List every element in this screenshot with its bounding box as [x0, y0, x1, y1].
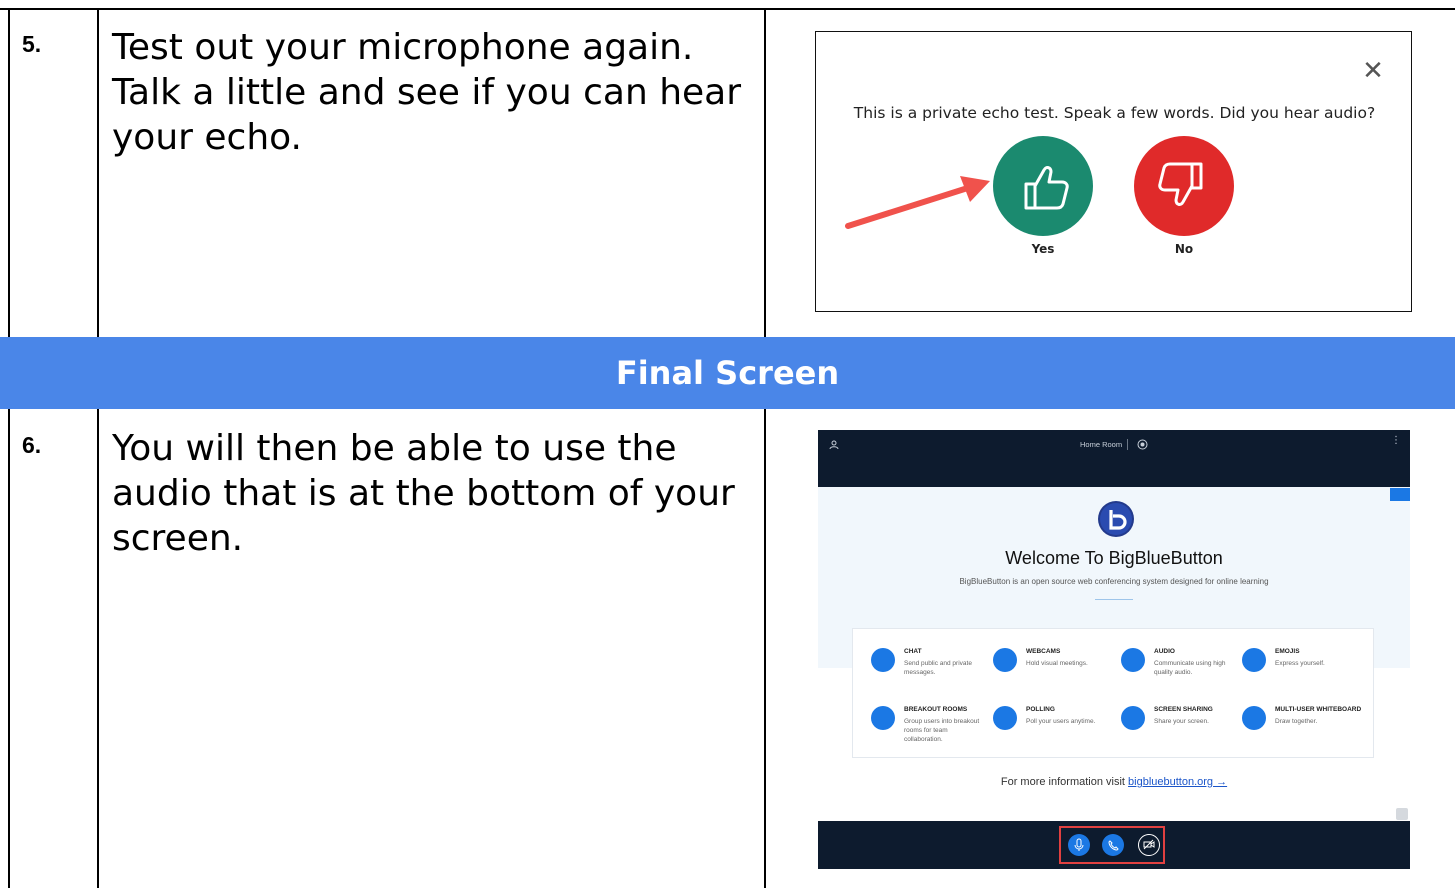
- instruction-line: your echo.: [112, 117, 302, 158]
- features-card: CHAT Send public and private messages. W…: [852, 628, 1374, 758]
- highlight-box: [1059, 826, 1165, 864]
- instruction-line: audio that is at the bottom of your: [112, 473, 735, 514]
- instruction-line: screen.: [112, 518, 244, 559]
- feature-title: POLLING: [1026, 706, 1055, 713]
- top-bar: Home Room ⋮: [818, 430, 1410, 487]
- welcome-divider: [1095, 599, 1133, 600]
- feature-desc: Communicate using high quality audio.: [1154, 660, 1226, 676]
- column-divider-2: [764, 8, 766, 337]
- polling-icon: [993, 706, 1017, 730]
- column-divider-1: [97, 8, 99, 337]
- feature-desc: Share your screen.: [1154, 718, 1209, 725]
- feature-title: AUDIO: [1154, 648, 1175, 655]
- emoji-icon: [1242, 648, 1266, 672]
- feature-desc: Poll your users anytime.: [1026, 718, 1096, 725]
- column-divider-1-lower: [97, 409, 99, 888]
- fullscreen-icon[interactable]: [1396, 808, 1408, 820]
- recording-icon[interactable]: [1137, 439, 1148, 450]
- section-title: Final Screen: [615, 354, 840, 392]
- feature-title: SCREEN SHARING: [1154, 706, 1213, 713]
- feature-title: MULTI-USER WHITEBOARD: [1275, 706, 1362, 713]
- thumbs-up-icon: [1024, 166, 1069, 210]
- table-border-left: [8, 8, 10, 888]
- welcome-subtitle: BigBlueButton is an open source web conf…: [959, 577, 1269, 586]
- feature-desc: Hold visual meetings.: [1026, 660, 1088, 667]
- more-info-text: For more information visit: [1000, 776, 1125, 788]
- welcome-title: Welcome To BigBlueButton: [1005, 548, 1223, 568]
- thumbs-down-icon: [1158, 162, 1203, 206]
- minimize-button[interactable]: [1390, 488, 1410, 501]
- feature-desc: Express yourself.: [1275, 660, 1325, 667]
- feature-title: CHAT: [904, 648, 922, 655]
- close-icon[interactable]: ✕: [1354, 56, 1392, 86]
- echo-question: This is a private echo test. Speak a few…: [853, 104, 1376, 122]
- chat-icon: [871, 648, 895, 672]
- column-divider-2-lower: [764, 409, 766, 888]
- arrow-annotation: [845, 176, 990, 229]
- instruction-line: Talk a little and see if you can hear: [112, 72, 742, 113]
- more-info-link[interactable]: bigbluebutton.org →: [1128, 776, 1227, 788]
- feature-title: EMOJIS: [1275, 648, 1300, 655]
- instruction-line: Test out your microphone again.: [112, 27, 694, 68]
- step-instruction: You will then be able to use the audio t…: [112, 426, 752, 561]
- webcam-icon: [993, 648, 1017, 672]
- instruction-line: You will then be able to use the: [112, 428, 677, 469]
- whiteboard-icon: [1242, 706, 1266, 730]
- feature-title: WEBCAMS: [1026, 648, 1061, 655]
- yes-button[interactable]: [993, 136, 1093, 236]
- more-options-icon[interactable]: ⋮: [1391, 436, 1401, 451]
- bottom-bar: [818, 821, 1410, 869]
- title-divider: [1127, 439, 1128, 450]
- no-label: No: [1174, 242, 1194, 256]
- step-instruction: Test out your microphone again. Talk a l…: [112, 25, 752, 160]
- screen-sharing-icon: [1121, 706, 1145, 730]
- feature-title: BREAKOUT ROOMS: [904, 706, 968, 713]
- section-header: Final Screen: [0, 337, 1455, 409]
- room-name: Home Room: [1080, 440, 1123, 449]
- feature-desc: Group users into breakout rooms for team…: [904, 718, 980, 743]
- yes-label: Yes: [1031, 242, 1055, 256]
- no-button[interactable]: [1134, 136, 1234, 236]
- echo-test-dialog: ✕ This is a private echo test. Speak a f…: [815, 31, 1412, 312]
- audio-icon: [1121, 648, 1145, 672]
- table-border-top: [0, 8, 1455, 10]
- bbb-screenshot: Home Room ⋮ Welcome To BigBlueButton Big…: [818, 430, 1410, 869]
- bbb-logo-icon: [1098, 501, 1134, 537]
- user-icon[interactable]: [829, 440, 839, 450]
- feature-desc: Send public and private messages.: [904, 660, 972, 676]
- feature-desc: Draw together.: [1275, 718, 1318, 725]
- step-number: 6.: [22, 432, 42, 458]
- step-number: 5.: [22, 31, 42, 57]
- breakout-rooms-icon: [871, 706, 895, 730]
- more-info: For more information visit bigbluebutton…: [818, 776, 1410, 788]
